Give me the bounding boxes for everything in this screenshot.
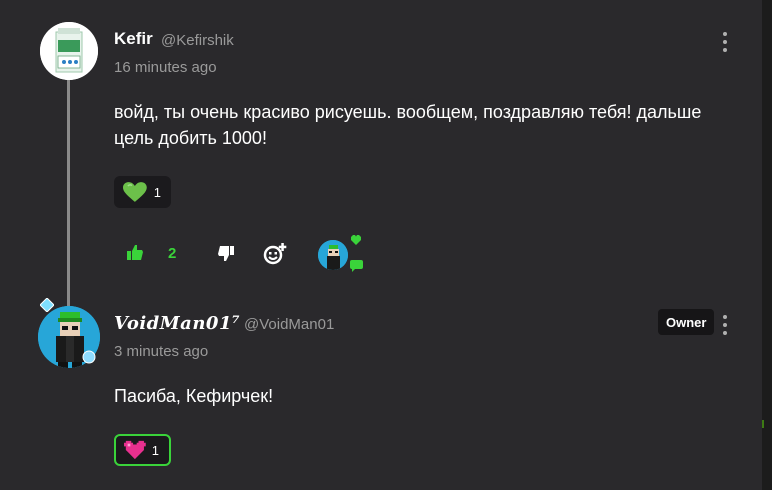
more-options-icon[interactable] — [722, 32, 728, 52]
comment-body: войд, ты очень красиво рисуешь. вообщем,… — [114, 102, 702, 148]
comment-thread-card: Kefir @Kefirshik 16 minutes ago войд, ты… — [0, 0, 762, 490]
green-heart-icon — [122, 182, 147, 202]
reaction-count: 1 — [151, 442, 159, 458]
owner-badge: Owner — [658, 309, 715, 335]
like-button[interactable] — [126, 244, 144, 261]
comment-author[interactable]: Kefir — [114, 29, 153, 49]
reaction-chip[interactable]: 1 — [114, 434, 171, 466]
reaction-chip[interactable]: 1 — [114, 176, 171, 208]
thumbs-down-icon — [218, 246, 234, 261]
add-reaction-icon — [263, 243, 287, 265]
comment-icon — [350, 260, 363, 272]
dislike-button[interactable] — [217, 245, 235, 262]
more-options-icon[interactable] — [722, 315, 728, 335]
creator-avatar — [318, 240, 348, 270]
comment-timestamp: 3 minutes ago — [114, 343, 209, 360]
avatar[interactable] — [40, 22, 98, 80]
like-count: 2 — [168, 245, 177, 262]
pink-heart-icon — [124, 440, 146, 460]
heart-icon — [351, 235, 361, 245]
comment-timestamp: 16 minutes ago — [114, 59, 217, 76]
reaction-count: 1 — [153, 184, 161, 200]
comment-author-handle[interactable]: @Kefirshik — [161, 32, 234, 49]
thumbs-up-icon — [127, 245, 143, 260]
comment-body: Пасиба, Кефирчек! — [114, 386, 274, 406]
comment-author-handle[interactable]: @VoidMan01 — [244, 316, 334, 333]
thread-connector-line — [67, 78, 70, 320]
diamond-badge-icon — [40, 298, 54, 312]
comment-author[interactable]: VoidMan01⁷ — [114, 313, 240, 334]
add-reaction-button[interactable] — [263, 243, 287, 265]
bubble-badge-icon — [82, 350, 96, 364]
